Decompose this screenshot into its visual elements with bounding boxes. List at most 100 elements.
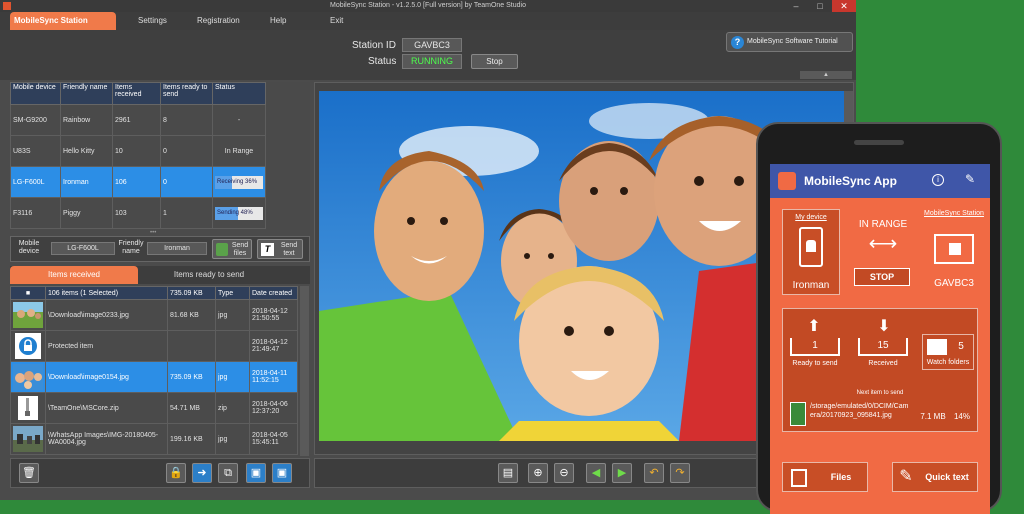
col-size[interactable]: 735.09 KB bbox=[167, 286, 216, 300]
collapse-toggle[interactable]: ▲ bbox=[800, 71, 852, 79]
copy-button[interactable]: ⧉ bbox=[218, 463, 238, 483]
sending-progress-bar: Sending 48% bbox=[215, 206, 263, 220]
device-list-filler bbox=[266, 82, 310, 230]
rotate-left-button[interactable]: ↶ bbox=[644, 463, 664, 483]
progress-label: Sending 48% bbox=[217, 209, 253, 216]
menu-registration[interactable]: Registration bbox=[197, 12, 240, 30]
item-row[interactable]: Protected item 2018-04-12 21:49:47 bbox=[10, 330, 298, 362]
col-type[interactable]: Type bbox=[215, 286, 250, 300]
item-size: 199.16 KB bbox=[167, 423, 216, 455]
phone-stop-button[interactable]: STOP bbox=[854, 268, 910, 286]
copy-icon: ⧉ bbox=[224, 467, 232, 479]
files-icon bbox=[791, 469, 807, 487]
save-as-icon: ▣ bbox=[250, 467, 262, 479]
receiving-progress-bar: Receiving 36% bbox=[215, 175, 263, 189]
device-status: Receiving 36% bbox=[212, 166, 266, 198]
arrow-left-icon: ◀ bbox=[591, 467, 601, 479]
device-row[interactable]: U83S Hello Kitty 10 0 In Range bbox=[10, 135, 266, 167]
stop-button[interactable]: Stop bbox=[471, 54, 518, 69]
files-button[interactable]: Files bbox=[782, 462, 868, 492]
device-status: In Range bbox=[212, 135, 266, 167]
item-date: 2018-04-12 21:49:47 bbox=[249, 330, 298, 362]
item-date: 2018-04-11 11:52:15 bbox=[249, 361, 298, 393]
device-received: 103 bbox=[112, 197, 161, 229]
received-count: 15 bbox=[858, 338, 908, 356]
device-received: 10 bbox=[112, 135, 161, 167]
col-items-received[interactable]: Items received bbox=[112, 82, 161, 105]
move-button[interactable]: ➜ bbox=[192, 463, 212, 483]
minimize-button[interactable]: – bbox=[784, 0, 808, 12]
col-date-created[interactable]: Date created bbox=[249, 286, 298, 300]
tab-items-received[interactable]: Items received bbox=[10, 266, 138, 284]
save-button[interactable]: ▣ bbox=[272, 463, 292, 483]
phone-speaker bbox=[854, 140, 904, 145]
zoom-out-button[interactable]: ⊖ bbox=[554, 463, 574, 483]
rotate-right-button[interactable]: ↷ bbox=[670, 463, 690, 483]
send-files-label: Send files bbox=[231, 242, 249, 257]
status-label: Status bbox=[368, 56, 397, 67]
open-file-button[interactable]: ▤ bbox=[498, 463, 518, 483]
select-all-checkbox[interactable]: ■ bbox=[10, 286, 46, 300]
ready-count: 1 bbox=[790, 338, 840, 356]
device-row[interactable]: F3116 Piggy 103 1 Sending 48% bbox=[10, 197, 266, 229]
menu-settings[interactable]: Settings bbox=[138, 12, 167, 30]
item-thumbnail bbox=[10, 361, 46, 393]
col-mobile-device[interactable]: Mobile device bbox=[10, 82, 61, 105]
tutorial-button[interactable]: ? MobileSync Software Tutorial bbox=[726, 32, 853, 52]
send-text-button[interactable]: T Send text bbox=[257, 239, 303, 259]
status-field: RUNNING bbox=[402, 54, 462, 69]
send-files-button[interactable]: Send files bbox=[212, 239, 252, 259]
save-as-button[interactable]: ▣ bbox=[246, 463, 266, 483]
items-scrollbar[interactable] bbox=[300, 286, 309, 456]
menu-station[interactable]: MobileSync Station (3180) bbox=[10, 12, 116, 43]
device-name: Rainbow bbox=[60, 104, 113, 136]
protect-button[interactable]: 🔒 bbox=[166, 463, 186, 483]
item-type: jpg bbox=[215, 423, 250, 455]
watch-label: Watch folders bbox=[926, 359, 970, 366]
item-row-selected[interactable]: \Download\image0154.jpg 735.09 KB jpg 20… bbox=[10, 361, 298, 393]
item-row[interactable]: \WhatsApp Images\IMG-20180405-WA0004.jpg… bbox=[10, 423, 298, 455]
save-icon: ▣ bbox=[276, 467, 288, 479]
device-name: Ironman bbox=[60, 166, 113, 198]
item-row[interactable]: \TeamOne\MSCore.zip 54.71 MB zip 2018-04… bbox=[10, 392, 298, 424]
device-row-selected[interactable]: LG-F600L Ironman 106 0 Receiving 36% bbox=[10, 166, 266, 198]
tab-items-ready[interactable]: Items ready to send bbox=[138, 266, 280, 284]
menu-exit[interactable]: Exit bbox=[330, 12, 343, 30]
item-size: 81.68 KB bbox=[167, 299, 216, 331]
item-row[interactable]: \Download\image0233.jpg 81.68 KB jpg 201… bbox=[10, 299, 298, 331]
device-name: Piggy bbox=[60, 197, 113, 229]
arrow-right-icon: ▶ bbox=[617, 467, 627, 479]
quick-text-button[interactable]: ✎ Quick text bbox=[892, 462, 978, 492]
item-date: 2018-04-06 12:37:20 bbox=[249, 392, 298, 424]
col-item-name[interactable]: 106 items (1 Selected) bbox=[45, 286, 168, 300]
device-name: Hello Kitty bbox=[60, 135, 113, 167]
quick-text-label: Quick text bbox=[925, 472, 969, 482]
item-type bbox=[215, 330, 250, 362]
zoom-in-button[interactable]: ⊕ bbox=[528, 463, 548, 483]
text-icon: T bbox=[261, 243, 274, 256]
splitter-handle[interactable]: ••• bbox=[150, 230, 170, 236]
friendly-name-label: Friendly name bbox=[118, 240, 144, 255]
item-name: \Download\image0233.jpg bbox=[45, 299, 168, 331]
col-status[interactable]: Status bbox=[212, 82, 266, 105]
settings-wrench-icon[interactable]: ✎ bbox=[965, 172, 975, 186]
device-row[interactable]: SM-G9200 Rainbow 2961 8 - bbox=[10, 104, 266, 136]
previous-button[interactable]: ◀ bbox=[586, 463, 606, 483]
col-items-ready[interactable]: Items ready to send bbox=[160, 82, 213, 105]
info-icon[interactable]: i bbox=[932, 174, 944, 186]
arrow-right-icon: ➜ bbox=[197, 467, 207, 479]
menu-help[interactable]: Help bbox=[270, 12, 286, 30]
device-received: 2961 bbox=[112, 104, 161, 136]
app-logo-icon bbox=[778, 172, 796, 190]
delete-button[interactable]: 🗑 bbox=[19, 463, 39, 483]
next-button[interactable]: ▶ bbox=[612, 463, 632, 483]
station-name: GAVBC3 bbox=[934, 278, 974, 289]
my-device-card[interactable]: My device Ironman bbox=[782, 209, 840, 295]
close-button[interactable]: ✕ bbox=[832, 0, 856, 12]
col-friendly-name[interactable]: Friendly name bbox=[60, 82, 113, 105]
maximize-button[interactable]: □ bbox=[808, 0, 832, 12]
ready-label: Ready to send bbox=[792, 360, 838, 367]
watch-folders-card[interactable]: 5 Watch folders bbox=[922, 334, 974, 370]
item-date: 2018-04-05 15:45:11 bbox=[249, 423, 298, 455]
files-label: Files bbox=[830, 472, 852, 482]
